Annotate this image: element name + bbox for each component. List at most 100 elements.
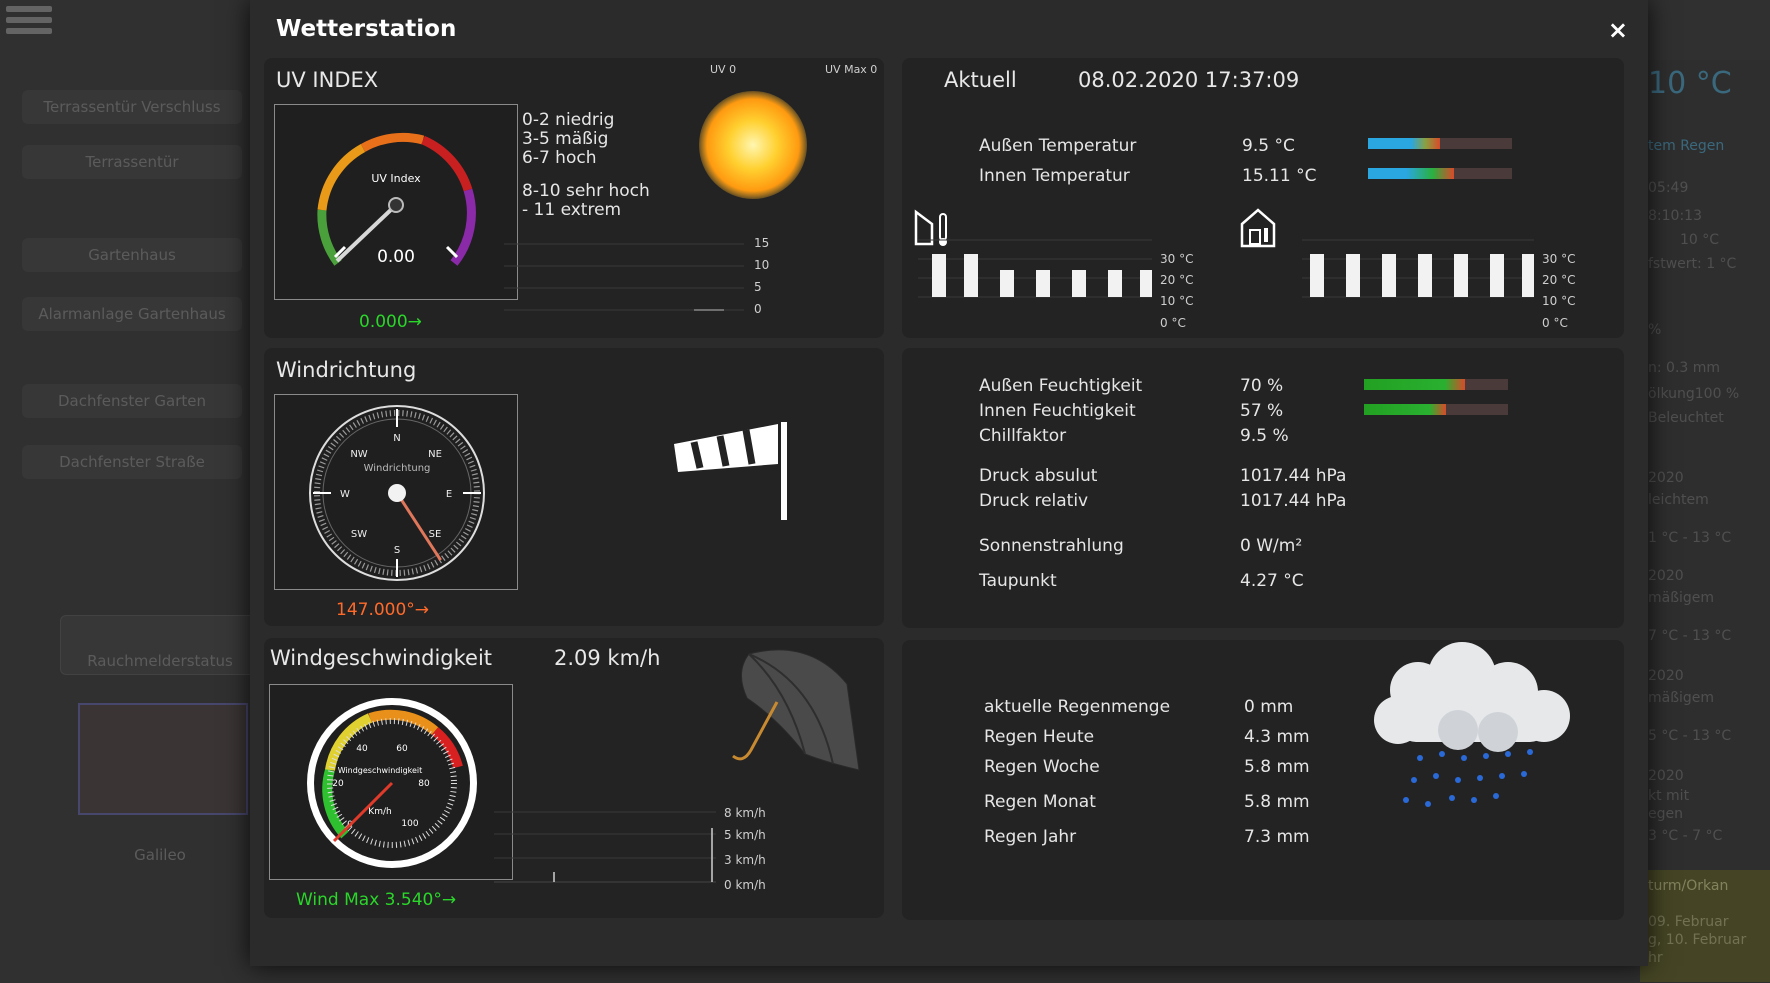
compass-label-se: SE	[429, 529, 442, 540]
wind-direction-readout: 147.000°→	[336, 600, 430, 620]
compass-gauge-label: Windrichtung	[364, 463, 431, 474]
indoor-axis-label: 20 °C	[1542, 273, 1576, 287]
indoor-axis-label: 30 °C	[1542, 252, 1576, 266]
uv-gauge-value: 0.00	[377, 247, 415, 267]
uv-gauge: UV Index 0.00	[274, 104, 518, 300]
uv-arc-orange	[317, 144, 366, 211]
current-temperature-panel: Aktuell 08.02.2020 17:37:09 Außen Temper…	[902, 58, 1624, 338]
house-thermometer-icon	[1240, 208, 1276, 248]
current-rain-label: aktuelle Regenmenge	[984, 697, 1171, 717]
windsock-icon	[674, 422, 787, 520]
sun-icon	[699, 91, 807, 199]
outdoor-history-bar	[932, 254, 946, 297]
wind-direction-gauge: N NE E SE S SW W NW Windrichtung	[274, 394, 518, 590]
compass-label-w: W	[340, 489, 350, 500]
current-label: Aktuell	[944, 68, 1017, 92]
outdoor-axis-label: 20 °C	[1160, 273, 1194, 287]
wind-direction-title: Windrichtung	[276, 358, 417, 382]
dew-point-label: Taupunkt	[979, 571, 1057, 591]
rain-today-label: Regen Heute	[984, 727, 1095, 747]
indoor-history-bar	[1418, 254, 1432, 297]
compass-label-sw: SW	[351, 529, 367, 540]
uv-arc-purple	[450, 188, 476, 266]
uv-needle-hub	[388, 197, 404, 213]
dew-point-value: 4.27 °C	[1240, 571, 1304, 591]
indoor-humidity-value: 57 %	[1240, 401, 1284, 421]
outdoor-humidity-bar-fill	[1364, 379, 1465, 390]
rain-today-value: 4.3 mm	[1244, 727, 1310, 747]
uv-legend-line: - 11 extrem	[522, 200, 622, 220]
outdoor-history-bar	[1140, 270, 1152, 297]
wind-speed-value: 2.09 km/h	[554, 646, 661, 670]
uv-legend-line: 3-5 mäßig	[522, 129, 609, 149]
uv-legend-line: 0-2 niedrig	[522, 110, 615, 130]
indoor-history-bar	[1522, 254, 1534, 297]
wind-axis-label: 8 km/h	[724, 806, 766, 820]
speed-gauge-label: Windgeschwindigkeit	[338, 766, 423, 775]
outdoor-axis-label: 0 °C	[1160, 316, 1186, 330]
rain-week-label: Regen Woche	[984, 757, 1100, 777]
wind-speed-panel: Windgeschwindigkeit 2.09 km/h 0 20 40 60…	[264, 638, 884, 918]
close-icon[interactable]: ×	[1608, 18, 1628, 42]
uv-arc-darkorange	[360, 132, 425, 152]
current-datetime: 08.02.2020 17:37:09	[1078, 68, 1300, 92]
uv-axis-label: 0	[754, 302, 762, 316]
indoor-temperature-label: Innen Temperatur	[979, 166, 1130, 186]
outdoor-axis-label: 30 °C	[1160, 252, 1194, 266]
rain-panel: aktuelle Regenmenge 0 mm Regen Heute 4.3…	[902, 640, 1624, 920]
rain-month-value: 5.8 mm	[1244, 792, 1310, 812]
uv-gauge-label: UV Index	[371, 172, 421, 185]
rain-cloud-icon	[1374, 642, 1570, 807]
solar-radiation-label: Sonnenstrahlung	[979, 536, 1124, 556]
rain-year-label: Regen Jahr	[984, 827, 1077, 847]
uv-axis-label: 15	[754, 236, 770, 250]
speed-scale-label: 100	[401, 819, 418, 829]
speed-scale-label: 80	[418, 779, 430, 789]
indoor-history-bar	[1454, 254, 1468, 297]
uv-arc-red	[421, 135, 473, 192]
indoor-humidity-bar	[1364, 404, 1508, 415]
wind-max-readout: Wind Max 3.540°→	[296, 890, 457, 910]
outdoor-humidity-value: 70 %	[1240, 376, 1284, 396]
screen: Terrassentür Verschluss Terrassentür Gar…	[0, 0, 1770, 983]
speed-gauge-unit: Km/h	[368, 807, 391, 817]
chill-factor-label: Chillfaktor	[979, 426, 1067, 446]
indoor-temperature-bar-fill	[1368, 168, 1455, 179]
uv-panel-title: UV INDEX	[276, 68, 379, 92]
outdoor-history-bar	[1036, 270, 1050, 297]
uv-readout: 0.000→	[359, 312, 422, 332]
indoor-temperature-value: 15.11 °C	[1242, 166, 1317, 186]
uv-legend-line: 8-10 sehr hoch	[522, 181, 650, 201]
uv-history-chart	[504, 243, 744, 311]
indoor-humidity-bar-fill	[1364, 404, 1447, 415]
current-rain-value: 0 mm	[1244, 697, 1294, 717]
indoor-temperature-history	[1302, 239, 1534, 298]
speed-scale-label: 40	[356, 744, 368, 754]
compass-label-nw: NW	[350, 449, 367, 460]
pressure-absolute-value: 1017.44 hPa	[1240, 466, 1347, 486]
outdoor-axis-label: 10 °C	[1160, 294, 1194, 308]
solar-radiation-value: 0 W/m²	[1240, 536, 1303, 556]
compass-label-ne: NE	[428, 449, 442, 460]
weather-station-dialog: Wetterstation × UV INDEX UV 0 UV Max 0 U…	[250, 0, 1648, 966]
indoor-history-bar	[1310, 254, 1324, 297]
outdoor-temperature-label: Außen Temperatur	[979, 136, 1137, 156]
rain-week-value: 5.8 mm	[1244, 757, 1310, 777]
uv-max-label: UV Max 0	[825, 63, 878, 76]
chill-factor-value: 9.5 %	[1240, 426, 1289, 446]
wind-speed-gauge: 0 20 40 60 80 100 Windgeschwindigkeit Km…	[269, 684, 513, 880]
indoor-humidity-label: Innen Feuchtigkeit	[979, 401, 1136, 421]
pressure-relative-value: 1017.44 hPa	[1240, 491, 1347, 511]
indoor-history-bar	[1490, 254, 1504, 297]
pressure-relative-label: Druck relativ	[979, 491, 1089, 511]
conditions-panel: Außen Feuchtigkeit 70 % Innen Feuchtigke…	[902, 348, 1624, 628]
wind-axis-label: 0 km/h	[724, 878, 766, 892]
uv-index-panel: UV INDEX UV 0 UV Max 0 UV Index 0.00 0.0…	[264, 58, 884, 338]
indoor-history-bar	[1346, 254, 1360, 297]
pressure-absolute-label: Druck absulut	[979, 466, 1098, 486]
outdoor-temperature-bar-fill	[1368, 138, 1440, 149]
outdoor-temperature-bar	[1368, 138, 1512, 149]
uv-axis-label: 10	[754, 258, 770, 272]
uv-max-tick	[445, 245, 459, 259]
compass-label-e: E	[446, 489, 452, 500]
